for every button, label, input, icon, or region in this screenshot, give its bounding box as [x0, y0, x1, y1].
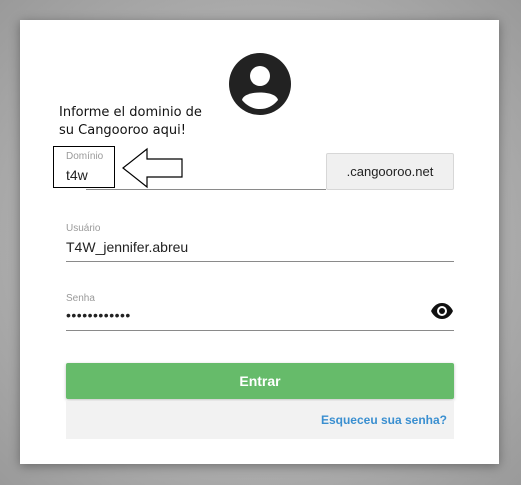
username-input[interactable]: T4W_jennifer.abreu [66, 239, 188, 255]
username-field[interactable]: Usuário T4W_jennifer.abreu [66, 221, 454, 263]
forgot-password-bar: Esqueceu sua senha? [66, 401, 454, 439]
eye-icon[interactable] [430, 302, 454, 320]
account-circle-icon [229, 53, 291, 115]
username-field-label: Usuário [66, 223, 101, 234]
domain-hint-line-2: su Cangooroo aqui! [59, 123, 186, 138]
domain-hint-note: Informe el dominio de su Cangooroo aqui! [59, 104, 202, 140]
domain-suffix-addon: .cangooroo.net [326, 153, 454, 190]
password-field-label: Senha [66, 293, 95, 304]
password-input[interactable]: •••••••••••• [66, 307, 131, 323]
domain-input[interactable]: t4w [66, 167, 88, 183]
enter-button[interactable]: Entrar [66, 363, 454, 399]
username-underline [66, 261, 454, 262]
forgot-password-link[interactable]: Esqueceu sua senha? [321, 413, 447, 427]
arrow-left-icon [122, 147, 183, 189]
domain-field[interactable]: Domínio t4w [53, 146, 327, 190]
domain-hint-line-1: Informe el dominio de [59, 105, 202, 120]
password-underline [66, 330, 454, 331]
login-card: Informe el dominio de su Cangooroo aqui!… [20, 20, 499, 464]
password-field[interactable]: Senha •••••••••••• [66, 291, 454, 333]
domain-field-label: Domínio [66, 151, 104, 162]
